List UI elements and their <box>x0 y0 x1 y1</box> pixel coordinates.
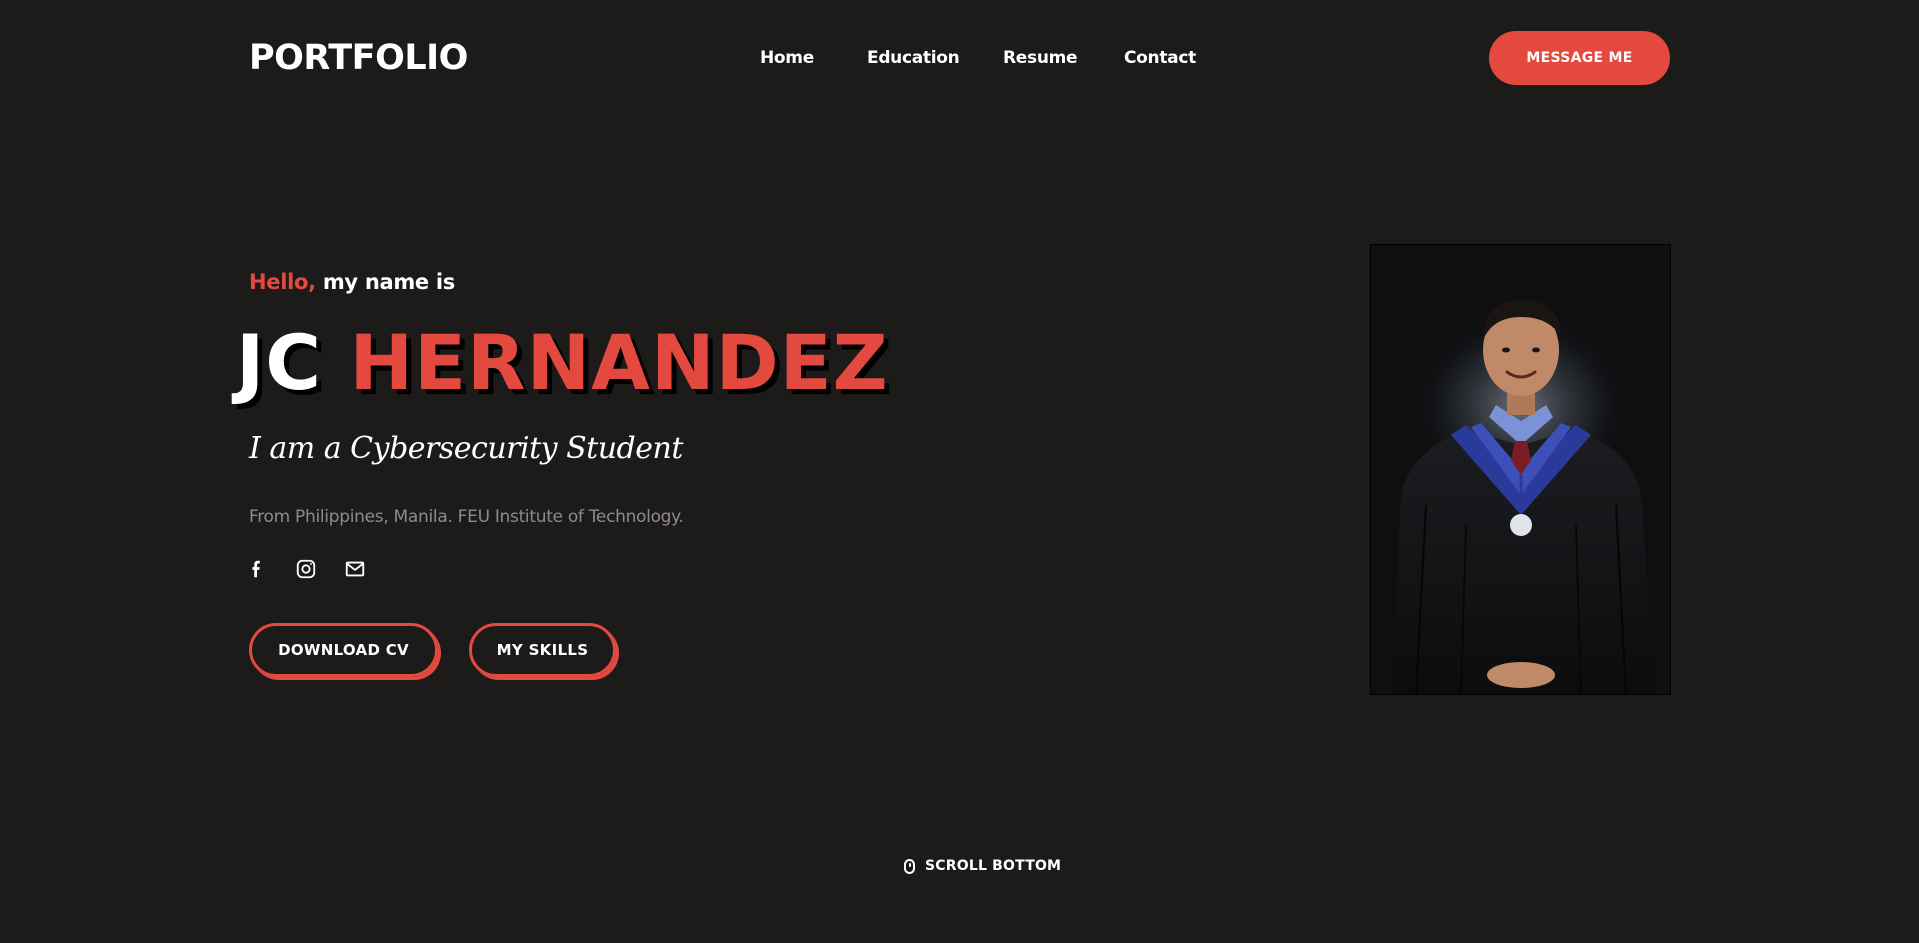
first-name: JC <box>236 318 323 407</box>
scroll-bottom-label: SCROLL BOTTOM <box>925 858 1062 874</box>
instagram-link[interactable] <box>292 555 320 583</box>
location-text: From Philippines, Manila. FEU Institute … <box>249 507 684 527</box>
greeting-rest: my name is <box>315 270 455 294</box>
facebook-link[interactable] <box>243 555 271 583</box>
message-me-button[interactable]: MESSAGE ME <box>1489 31 1670 85</box>
download-cv-button[interactable]: DOWNLOAD CV <box>249 623 438 677</box>
greeting: Hello, my name is <box>249 268 455 296</box>
nav-contact[interactable]: Contact <box>1124 46 1196 70</box>
page: PORTFOLIO Home Education Resume Contact … <box>0 0 1919 943</box>
instagram-icon <box>296 559 316 579</box>
site-logo[interactable]: PORTFOLIO <box>249 36 468 80</box>
facebook-icon <box>252 560 260 578</box>
nav-education-label: Education <box>867 48 960 68</box>
nav-contact-label: Contact <box>1124 48 1196 68</box>
greeting-hello: Hello, <box>249 270 316 294</box>
nav-home-label: Home <box>760 48 814 68</box>
profile-photo <box>1370 244 1671 695</box>
my-skills-button[interactable]: MY SKILLS <box>469 623 616 677</box>
nav-home[interactable]: Home <box>760 46 814 70</box>
nav-resume-label: Resume <box>1003 48 1078 68</box>
nav-education[interactable]: Education <box>867 46 960 70</box>
graduation-portrait-illustration <box>1371 245 1670 694</box>
nav-resume[interactable]: Resume <box>1003 46 1078 70</box>
hero-name: JC HERNANDEZ <box>236 318 889 408</box>
email-link[interactable] <box>341 555 369 583</box>
role-tagline: I am a Cybersecurity Student <box>249 431 683 466</box>
scroll-bottom-link[interactable]: SCROLL BOTTOM <box>904 858 1061 874</box>
last-name: HERNANDEZ <box>349 318 889 407</box>
mouse-icon <box>904 858 915 874</box>
mail-icon <box>345 561 365 577</box>
